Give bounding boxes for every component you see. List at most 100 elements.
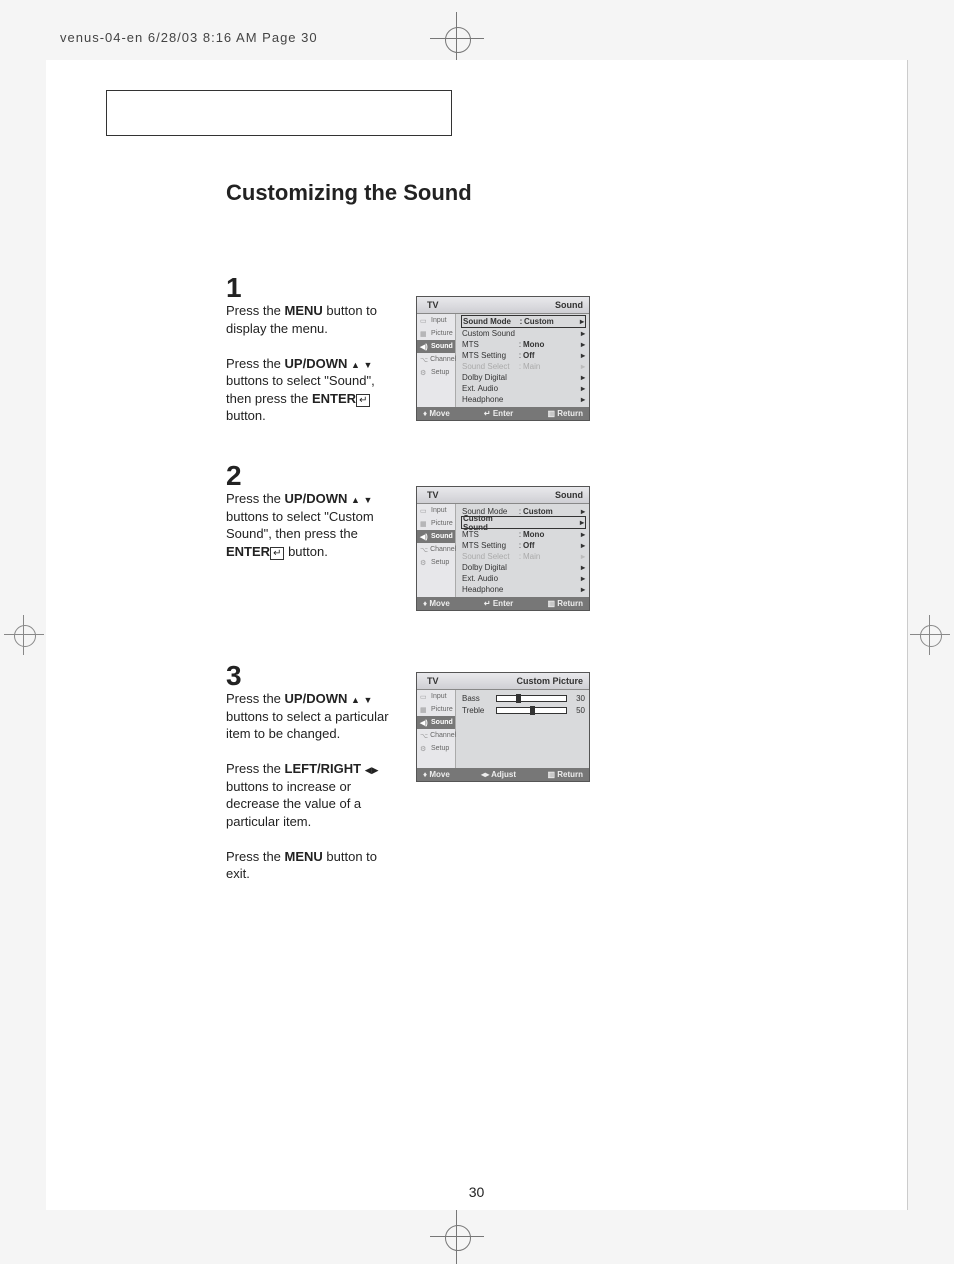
foot-return: ▥ Return <box>547 770 583 779</box>
osd-sidebar: ▭Input ▦Picture ◀)Sound ⌥Channel ⚙Setup <box>417 504 456 597</box>
row-dolby-digital[interactable]: Dolby Digital▸ <box>462 562 585 573</box>
sidebar-item-picture[interactable]: ▦Picture <box>417 327 455 340</box>
foot-move: ♦ Move <box>423 409 450 418</box>
row-sound-mode[interactable]: Sound Mode:Custom▸ <box>461 315 586 328</box>
text: Press the <box>226 303 285 318</box>
setup-icon: ⚙ <box>420 745 429 752</box>
row-dolby-digital[interactable]: Dolby Digital▸ <box>462 372 585 383</box>
osd-source: TV <box>427 490 439 500</box>
input-icon: ▭ <box>420 507 429 514</box>
row-mts[interactable]: MTS:Mono▸ <box>462 339 585 350</box>
sidebar-item-sound[interactable]: ◀)Sound <box>417 340 455 353</box>
foot-move: ♦ Move <box>423 770 450 779</box>
osd-footer: ♦ Move ◂▸ Adjust ▥ Return <box>417 768 589 781</box>
sound-icon: ◀) <box>420 719 429 726</box>
osd-source: TV <box>427 676 439 686</box>
picture-icon: ▦ <box>420 706 429 713</box>
sidebar-item-input[interactable]: ▭Input <box>417 314 455 327</box>
input-icon: ▭ <box>420 693 429 700</box>
osd-menu-step3: TV Custom Picture ▭Input ▦Picture ◀)Soun… <box>416 672 590 782</box>
row-custom-sound[interactable]: Custom Sound▸ <box>462 328 585 339</box>
osd-sidebar: ▭Input ▦Picture ◀)Sound ⌥Channel ⚙Setup <box>417 314 456 407</box>
sound-icon: ◀) <box>420 533 429 540</box>
sidebar-item-channel[interactable]: ⌥Channel <box>417 729 455 742</box>
slider-value: 50 <box>571 706 585 715</box>
foot-return: ▥ Return <box>547 409 583 418</box>
text: Press the <box>226 849 285 864</box>
header-box <box>106 90 452 136</box>
enter-icon <box>356 391 370 406</box>
osd-header: TV Sound <box>417 297 589 314</box>
sidebar-item-channel[interactable]: ⌥Channel <box>417 543 455 556</box>
sidebar-item-picture[interactable]: ▦Picture <box>417 517 455 530</box>
osd-header: TV Custom Picture <box>417 673 589 690</box>
osd-title: Sound <box>555 490 583 500</box>
osd-footer: ♦ Move ↵ Enter ▥ Return <box>417 407 589 420</box>
row-mts-setting[interactable]: MTS Setting:Off▸ <box>462 350 585 361</box>
sidebar-item-input[interactable]: ▭Input <box>417 504 455 517</box>
foot-return: ▥ Return <box>547 599 583 608</box>
text: Press the <box>226 691 285 706</box>
enter-label: ENTER <box>226 544 270 559</box>
setup-icon: ⚙ <box>420 369 429 376</box>
row-bass[interactable]: Bass 30 <box>462 692 585 704</box>
row-sound-select: Sound Select:Main▸ <box>462 361 585 372</box>
menu-label: MENU <box>285 849 323 864</box>
osd-menu-step1: TV Sound ▭Input ▦Picture ◀)Sound ⌥Channe… <box>416 296 590 421</box>
slider-thumb[interactable] <box>530 706 535 715</box>
picture-icon: ▦ <box>420 520 429 527</box>
page-title: Customizing the Sound <box>226 180 472 206</box>
osd-footer: ♦ Move ↵ Enter ▥ Return <box>417 597 589 610</box>
enter-icon <box>270 544 284 559</box>
row-headphone[interactable]: Headphone▸ <box>462 584 585 595</box>
text: Press the <box>226 356 285 371</box>
row-sound-select: Sound Select:Main▸ <box>462 551 585 562</box>
row-ext-audio[interactable]: Ext. Audio▸ <box>462 383 585 394</box>
row-ext-audio[interactable]: Ext. Audio▸ <box>462 573 585 584</box>
up-icon <box>351 491 360 506</box>
row-mts[interactable]: MTS:Mono▸ <box>462 529 585 540</box>
sidebar-item-sound[interactable]: ◀)Sound <box>417 530 455 543</box>
text: button. <box>226 408 266 423</box>
updown-label: UP/DOWN <box>285 491 348 506</box>
registration-mark-left <box>4 615 44 655</box>
sidebar-item-setup[interactable]: ⚙Setup <box>417 366 455 379</box>
sidebar-item-channel[interactable]: ⌥Channel <box>417 353 455 366</box>
slider-bar[interactable] <box>496 695 567 702</box>
text: Press the <box>226 491 285 506</box>
row-mts-setting[interactable]: MTS Setting:Off▸ <box>462 540 585 551</box>
slider-thumb[interactable] <box>516 694 521 703</box>
picture-icon: ▦ <box>420 330 429 337</box>
up-icon <box>351 691 360 706</box>
leftright-label: LEFT/RIGHT <box>285 761 362 776</box>
slider-label: Bass <box>462 694 492 703</box>
print-header: venus-04-en 6/28/03 8:16 AM Page 30 <box>60 30 318 45</box>
sound-icon: ◀) <box>420 343 429 350</box>
row-headphone[interactable]: Headphone▸ <box>462 394 585 405</box>
osd-list: Bass 30 Treble 50 <box>456 690 589 768</box>
page-number: 30 <box>46 1184 907 1200</box>
sidebar-item-sound[interactable]: ◀)Sound <box>417 716 455 729</box>
osd-header: TV Sound <box>417 487 589 504</box>
text: buttons to select "Custom Sound", then p… <box>226 509 374 542</box>
osd-source: TV <box>427 300 439 310</box>
sidebar-item-setup[interactable]: ⚙Setup <box>417 742 455 755</box>
down-icon <box>364 356 373 371</box>
up-icon <box>351 356 360 371</box>
osd-menu-step2: TV Sound ▭Input ▦Picture ◀)Sound ⌥Channe… <box>416 486 590 611</box>
channel-icon: ⌥ <box>420 356 428 363</box>
down-icon <box>364 491 373 506</box>
row-custom-sound[interactable]: Custom Sound▸ <box>461 516 586 529</box>
row-treble[interactable]: Treble 50 <box>462 704 585 716</box>
sidebar-item-input[interactable]: ▭Input <box>417 690 455 703</box>
slider-bar[interactable] <box>496 707 567 714</box>
foot-move: ♦ Move <box>423 599 450 608</box>
channel-icon: ⌥ <box>420 546 428 553</box>
left-icon <box>365 761 372 776</box>
osd-sidebar: ▭Input ▦Picture ◀)Sound ⌥Channel ⚙Setup <box>417 690 456 768</box>
step-text: Press the UP/DOWN buttons to select a pa… <box>226 690 391 883</box>
channel-icon: ⌥ <box>420 732 428 739</box>
step-text: Press the UP/DOWN buttons to select "Cus… <box>226 490 391 560</box>
sidebar-item-setup[interactable]: ⚙Setup <box>417 556 455 569</box>
sidebar-item-picture[interactable]: ▦Picture <box>417 703 455 716</box>
